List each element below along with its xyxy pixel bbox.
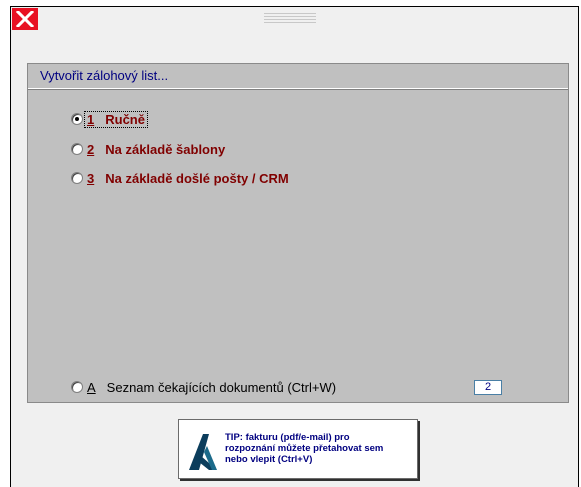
waiting-count-badge: 2 — [474, 380, 502, 395]
tip-text: TIP: fakturu (pdf/e-mail) pro rozpoznání… — [225, 432, 383, 465]
panel-title: Vytvořit zálohový list... — [28, 64, 568, 90]
radio-incoming-mail[interactable] — [71, 172, 83, 184]
option-label: Na základě došlé pošty / CRM — [105, 170, 289, 186]
options-panel: Vytvořit zálohový list... 1 Ručně 2 Na zák… — [27, 63, 569, 403]
option-incoming-mail[interactable]: 3 Na základě došlé pošty / CRM — [71, 169, 289, 187]
option-label: Na základě šablony — [105, 141, 226, 157]
abra-logo-icon — [189, 434, 217, 470]
option-waiting-documents[interactable]: A Seznam čekajících dokumentů (Ctrl+W) — [71, 378, 336, 396]
radio-waiting-documents[interactable] — [71, 381, 83, 393]
tip-line: nebo vlepit (Ctrl+V) — [225, 454, 313, 465]
tip-line: rozpoznání můžete přetahovat sem — [225, 443, 384, 454]
tip-drop-zone[interactable]: TIP: fakturu (pdf/e-mail) pro rozpoznání… — [178, 419, 418, 479]
tip-line: TIP: fakturu (pdf/e-mail) pro — [225, 432, 350, 443]
option-key: 1 — [87, 111, 95, 127]
option-manual[interactable]: 1 Ručně — [71, 110, 148, 128]
drag-handle-icon[interactable] — [264, 13, 316, 27]
close-icon — [16, 11, 34, 27]
radio-template[interactable] — [71, 143, 83, 155]
option-template[interactable]: 2 Na základě šablony — [71, 140, 225, 158]
option-key: 2 — [87, 141, 95, 157]
close-button[interactable] — [12, 8, 38, 30]
option-key: 3 — [87, 170, 95, 186]
option-key: A — [87, 379, 96, 395]
dialog-window: Vytvořit zálohový list... 1 Ručně 2 Na zák… — [10, 6, 579, 487]
option-label: Ručně — [105, 111, 145, 127]
radio-manual[interactable] — [71, 113, 83, 125]
option-label: Seznam čekajících dokumentů (Ctrl+W) — [106, 379, 337, 395]
